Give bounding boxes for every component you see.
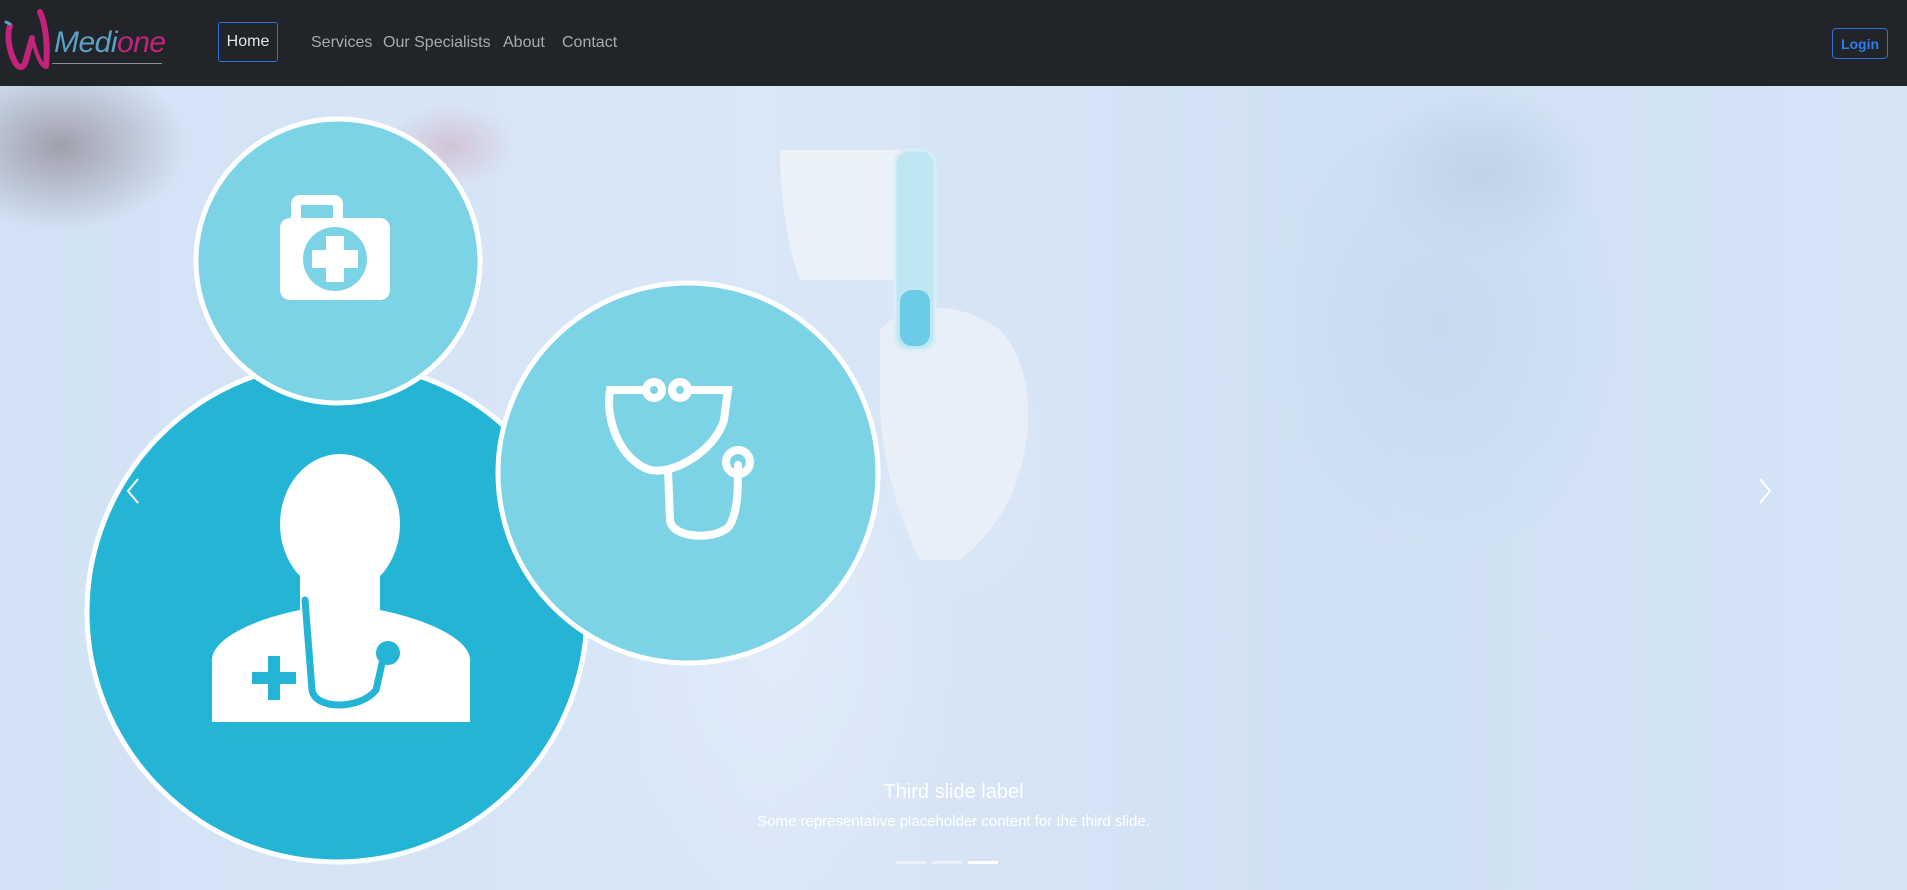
chevron-right-icon bbox=[1759, 478, 1772, 504]
nav-specialists-link[interactable]: Our Specialists bbox=[383, 32, 491, 54]
carousel-caption-title: Third slide label bbox=[883, 781, 1024, 803]
login-button[interactable]: Login bbox=[1832, 28, 1888, 59]
carousel-indicator-1[interactable] bbox=[896, 861, 926, 864]
nav-home-link[interactable]: Home bbox=[218, 22, 278, 62]
brand-name: Medione bbox=[54, 26, 166, 60]
carousel-indicator-2[interactable] bbox=[932, 861, 962, 864]
brand-underline bbox=[52, 63, 162, 64]
brand-logo[interactable]: Medione bbox=[2, 6, 167, 72]
brand-name-part1: Medi bbox=[54, 26, 118, 59]
carousel-prev-button[interactable] bbox=[118, 471, 148, 511]
carousel-next-button[interactable] bbox=[1750, 471, 1780, 511]
carousel-caption-text: Some representative placeholder content … bbox=[757, 813, 1150, 830]
carousel-indicators bbox=[896, 861, 998, 864]
carousel-slide-image bbox=[84, 116, 1029, 865]
brand-name-part2: one bbox=[117, 26, 166, 59]
nav-about-link[interactable]: About bbox=[503, 32, 545, 54]
hero-carousel: Third slide label Some representative pl… bbox=[0, 86, 1907, 890]
nav-contact-link[interactable]: Contact bbox=[562, 32, 617, 54]
chevron-left-icon bbox=[126, 478, 139, 504]
nav-services-link[interactable]: Services bbox=[311, 32, 372, 54]
top-navbar: Medione Home Services Our Specialists Ab… bbox=[0, 0, 1907, 86]
carousel-indicator-3[interactable] bbox=[968, 861, 998, 864]
